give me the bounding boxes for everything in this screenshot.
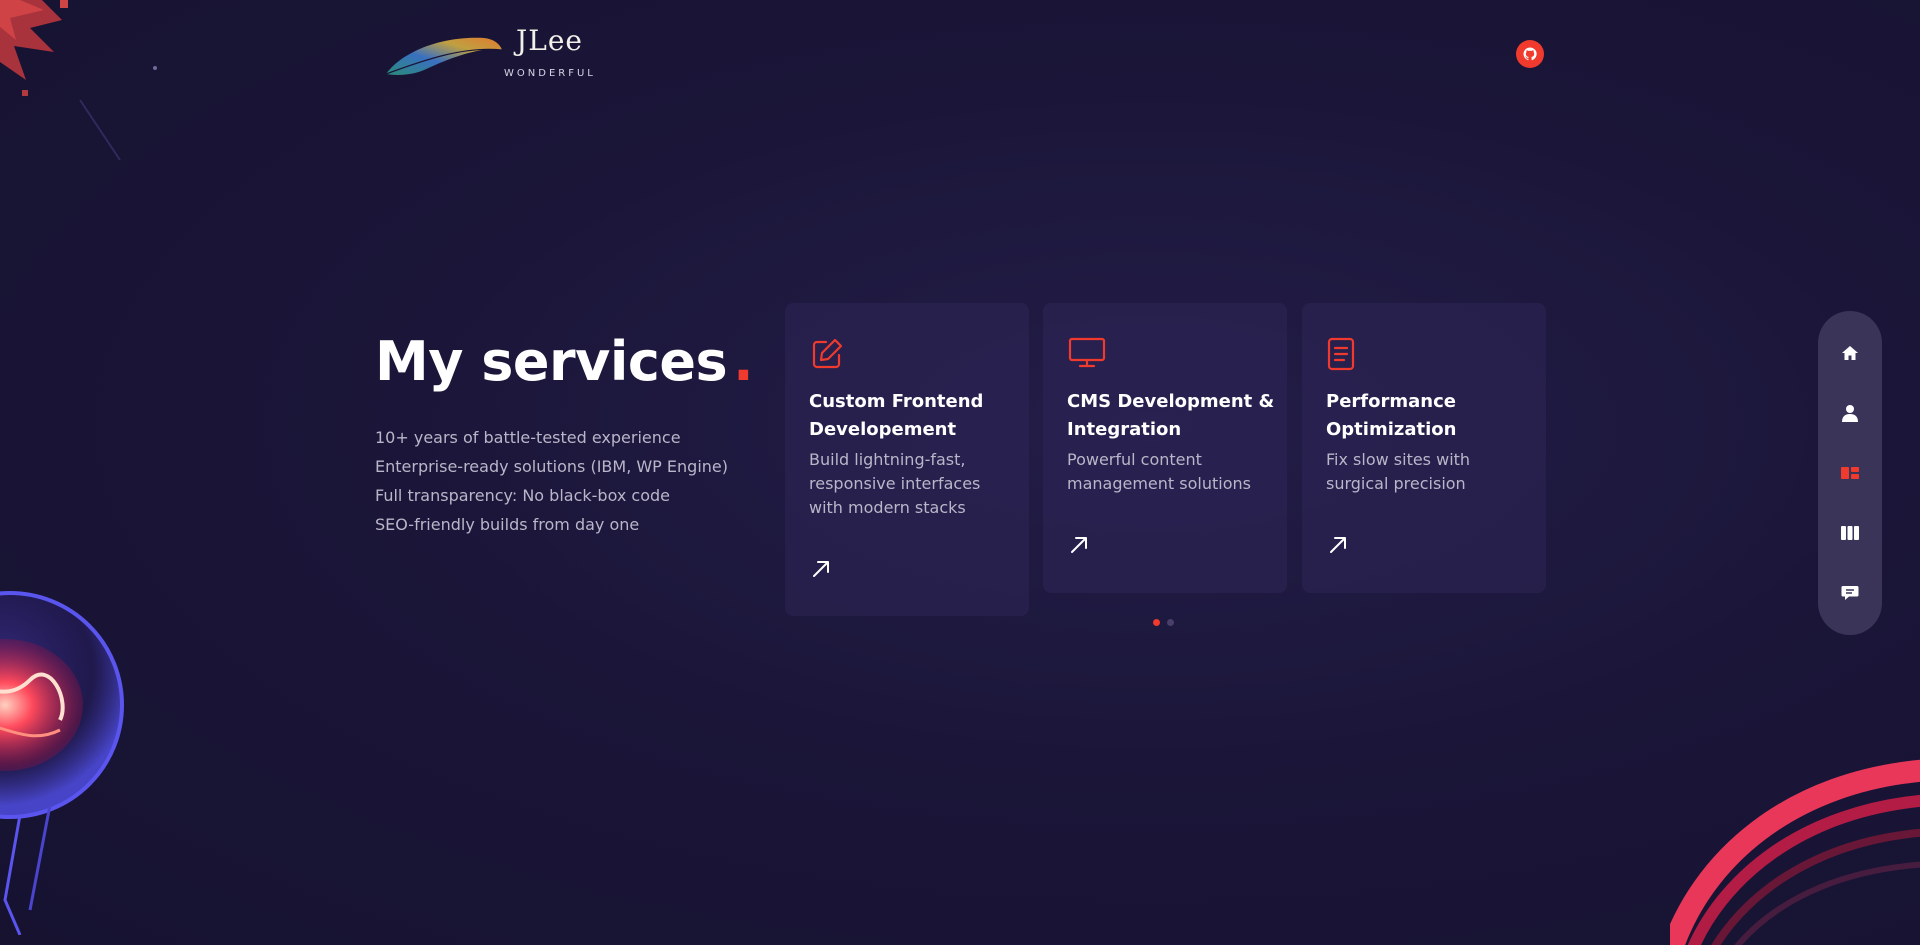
service-title: Performance Optimization xyxy=(1326,391,1457,440)
arrow-up-right-icon[interactable] xyxy=(811,559,831,579)
user-icon xyxy=(1842,405,1858,422)
feature-item: SEO-friendly builds from day one xyxy=(375,515,640,534)
nav-item-portfolio[interactable] xyxy=(1834,517,1866,549)
document-icon xyxy=(1327,337,1355,371)
carousel-pagination xyxy=(1153,619,1174,626)
nav-item-home[interactable] xyxy=(1834,337,1866,369)
feather-logo-icon xyxy=(385,37,503,75)
monitor-icon xyxy=(1068,337,1106,368)
logo-title: JLee xyxy=(516,24,583,57)
page-title-text: My services xyxy=(375,330,728,393)
github-icon xyxy=(1523,47,1537,61)
paint-splatter-decoration xyxy=(0,0,157,161)
carousel-dot-active[interactable] xyxy=(1153,619,1160,626)
carousel-dot[interactable] xyxy=(1167,619,1174,626)
services-icon xyxy=(1841,467,1859,479)
feature-item: 10+ years of battle-tested experience xyxy=(375,428,681,447)
service-title: CMS Development & Integration xyxy=(1067,391,1275,440)
nav-item-services[interactable] xyxy=(1834,457,1866,489)
home-icon xyxy=(1842,346,1858,360)
nav-item-about[interactable] xyxy=(1834,397,1866,429)
service-card-cms[interactable]: CMS Development & Integration Powerful c… xyxy=(1043,303,1287,593)
feature-item: Full transparency: No black-box code xyxy=(375,486,671,505)
brain-bulb-decoration xyxy=(0,591,124,935)
github-button[interactable] xyxy=(1516,40,1544,68)
nav-item-contact[interactable] xyxy=(1834,577,1866,609)
page-title: My services. xyxy=(375,330,754,393)
services-page: JLee WONDERFUL My services. 10+ years of… xyxy=(0,0,1920,945)
side-navigation xyxy=(1818,311,1882,635)
site-logo[interactable]: JLee WONDERFUL xyxy=(384,24,594,84)
feature-list: 10+ years of battle-tested experience En… xyxy=(375,423,728,539)
service-card-performance[interactable]: Performance Optimization Fix slow sites … xyxy=(1302,303,1546,593)
arrow-up-right-icon[interactable] xyxy=(1069,535,1089,555)
arrow-up-right-icon[interactable] xyxy=(1328,535,1348,555)
feature-item: Enterprise-ready solutions (IBM, WP Engi… xyxy=(375,457,728,476)
service-description: Powerful content management solutions xyxy=(1067,450,1251,493)
service-title: Custom Frontend Developement xyxy=(809,391,984,440)
edit-icon xyxy=(812,338,843,369)
chat-icon xyxy=(1841,586,1859,600)
service-card-frontend[interactable]: Custom Frontend Developement Build light… xyxy=(785,303,1029,616)
service-description: Fix slow sites with surgical precision xyxy=(1326,450,1471,493)
swirl-decoration xyxy=(1670,759,1920,945)
logo-subtitle: WONDERFUL xyxy=(504,68,596,79)
portfolio-icon xyxy=(1841,526,1859,540)
title-accent-dot: . xyxy=(733,330,754,393)
service-description: Build lightning-fast, responsive interfa… xyxy=(809,450,981,517)
